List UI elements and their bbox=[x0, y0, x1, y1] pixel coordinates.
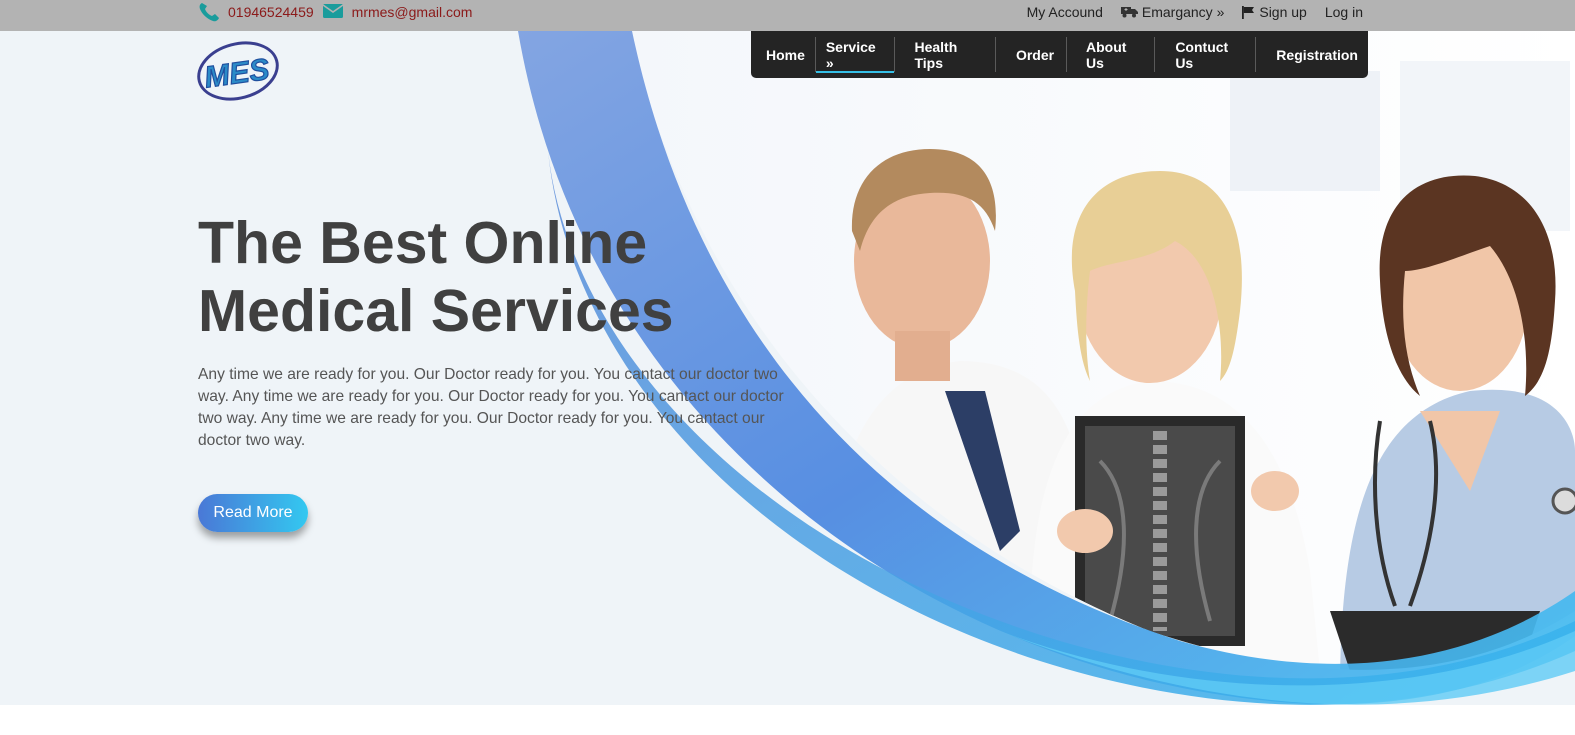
account-links: My Accound Emargancy » Sign up Log in bbox=[1027, 0, 1363, 24]
main-navigation: Home Service » Health Tips Order About U… bbox=[751, 31, 1368, 78]
hero-description: Any time we are ready for you. Our Docto… bbox=[198, 366, 784, 449]
envelope-icon bbox=[322, 2, 344, 22]
nav-item-about-us[interactable]: About Us bbox=[1067, 36, 1154, 73]
nav-label: Order bbox=[1015, 46, 1055, 63]
top-bar: 01946524459 mrmes@gmail.com My Accound E… bbox=[0, 0, 1575, 31]
nav-item-registration[interactable]: Registration bbox=[1256, 36, 1368, 73]
nav-label: Contuct Us bbox=[1175, 38, 1229, 71]
hero-title: The Best Online Medical Services bbox=[198, 209, 758, 345]
hero-title-line-2: Medical Services bbox=[198, 278, 674, 344]
site-logo[interactable]: MES bbox=[196, 39, 280, 103]
nav-item-home[interactable]: Home bbox=[751, 36, 815, 73]
nav-item-contact-us[interactable]: Contuct Us bbox=[1155, 36, 1255, 73]
signup-label: Sign up bbox=[1259, 4, 1307, 20]
nav-item-order[interactable]: Order bbox=[996, 36, 1066, 73]
nav-label: Home bbox=[766, 46, 805, 63]
phone-number[interactable]: 01946524459 bbox=[228, 4, 314, 20]
truck-icon bbox=[1120, 7, 1138, 18]
login-link[interactable]: Log in bbox=[1325, 4, 1363, 20]
phone-icon bbox=[198, 2, 220, 22]
contact-info: 01946524459 mrmes@gmail.com bbox=[198, 0, 478, 24]
email-link[interactable]: mrmes@gmail.com bbox=[352, 4, 473, 20]
emergency-label: Emargancy » bbox=[1141, 4, 1225, 20]
logo-text: MES bbox=[202, 53, 271, 95]
hero-section: MES Home Service » Health Tips Order Abo… bbox=[0, 31, 1575, 705]
emergency-link[interactable]: Emargancy » bbox=[1120, 4, 1225, 20]
nav-label: Service » bbox=[825, 38, 876, 71]
read-more-button[interactable]: Read More bbox=[198, 494, 308, 532]
signup-link[interactable]: Sign up bbox=[1242, 4, 1307, 20]
nav-item-service[interactable]: Service » bbox=[815, 36, 894, 73]
nav-label: About Us bbox=[1086, 38, 1127, 71]
my-account-link[interactable]: My Accound bbox=[1027, 4, 1103, 20]
nav-label: Registration bbox=[1276, 46, 1358, 63]
flag-icon bbox=[1242, 5, 1255, 19]
my-account-label: My Accound bbox=[1026, 4, 1103, 20]
nav-label: Health Tips bbox=[914, 38, 958, 71]
hero-title-line-1: The Best Online bbox=[198, 210, 648, 276]
login-label: Log in bbox=[1324, 4, 1363, 20]
nav-item-health-tips[interactable]: Health Tips bbox=[894, 36, 995, 73]
